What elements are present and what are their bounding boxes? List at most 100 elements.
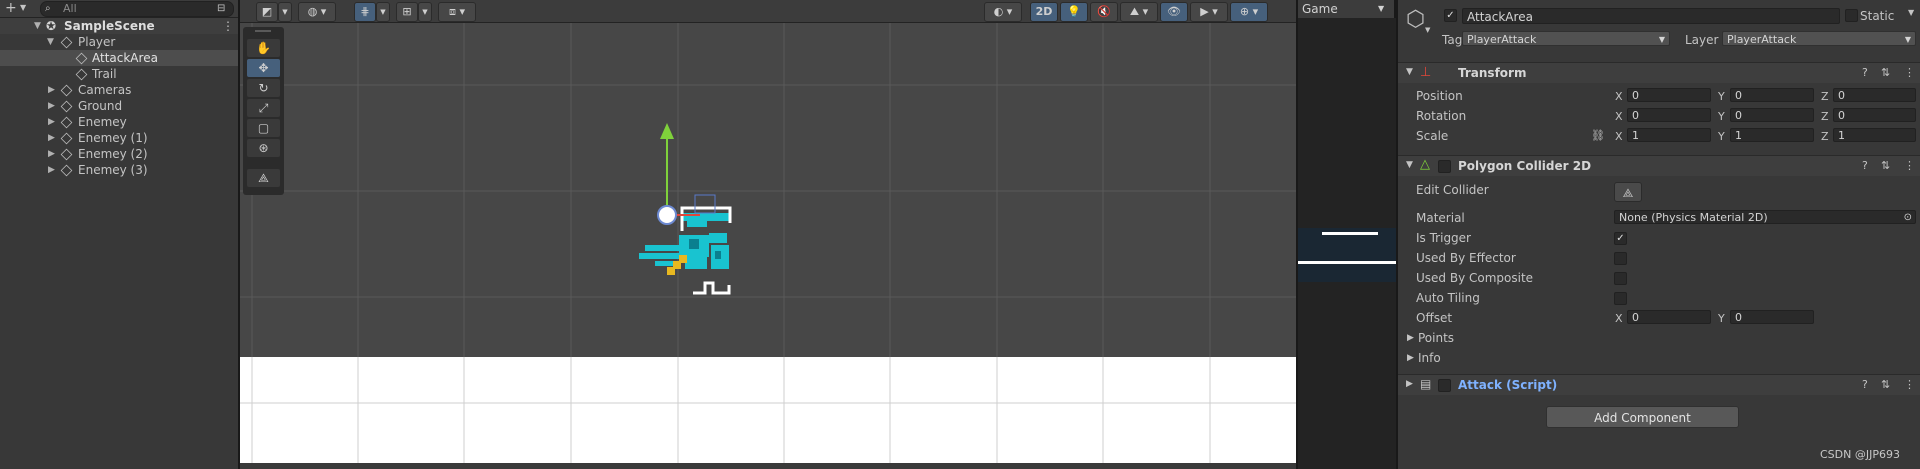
chevron-down-icon[interactable]: ▼ — [1425, 26, 1430, 34]
help-icon[interactable]: ? — [1862, 159, 1868, 172]
global-toggle-button[interactable]: ◍ ▾ — [298, 2, 336, 22]
scene-visibility-icon[interactable]: 👁 — [1160, 2, 1188, 22]
expand-arrow-icon[interactable]: ▶ — [48, 114, 55, 130]
more-options-icon[interactable]: ⋮ — [1904, 159, 1915, 172]
edit-collider-tool-icon[interactable]: ⟁ — [247, 169, 280, 187]
chevron-down-icon[interactable]: ▼ — [278, 2, 292, 22]
grid-visibility-button[interactable]: ⧈ ▾ — [438, 2, 476, 22]
offset-x-field[interactable]: 0 — [1627, 310, 1711, 324]
snap-increment-icon[interactable]: ⊞ — [396, 2, 418, 22]
hierarchy-row-scene[interactable]: ▼ ✪ SampleScene ⋮ — [0, 18, 238, 34]
add-component-button[interactable]: Add Component — [1546, 406, 1739, 428]
chevron-down-icon[interactable]: ▼ — [418, 2, 432, 22]
hierarchy-row-enemey-3[interactable]: ▶ Enemey (3) — [0, 162, 238, 178]
move-gizmo[interactable] — [580, 115, 700, 235]
used-by-effector-checkbox[interactable] — [1614, 252, 1627, 265]
info-foldout[interactable]: Info — [1418, 351, 1441, 365]
effects-button[interactable]: ⛰ ▾ — [1120, 2, 1158, 22]
scale-z-field[interactable]: 1 — [1833, 128, 1916, 142]
hand-tool-icon[interactable]: ✋ — [247, 39, 280, 57]
collapse-arrow-icon[interactable]: ▼ — [1406, 160, 1413, 170]
collapse-arrow-icon[interactable]: ▼ — [34, 18, 41, 34]
collapse-arrow-icon[interactable]: ▼ — [47, 34, 54, 50]
game-tab-dropdown[interactable]: Game ▼ — [1298, 0, 1394, 18]
add-icon[interactable]: + — [5, 0, 17, 16]
rotation-y-field[interactable]: 0 — [1730, 108, 1814, 122]
filter-icon[interactable]: ⊟ — [217, 2, 225, 16]
rotation-x-field[interactable]: 0 — [1627, 108, 1711, 122]
chevron-down-icon[interactable]: ▼ — [20, 3, 26, 12]
auto-tiling-checkbox[interactable] — [1614, 292, 1627, 305]
edit-collider-button[interactable]: ⟁ — [1614, 182, 1642, 202]
chevron-down-icon[interactable]: ▼ — [1908, 8, 1914, 17]
scale-y-field[interactable]: 1 — [1730, 128, 1814, 142]
script-enabled-checkbox[interactable] — [1438, 379, 1451, 392]
attack-script-header[interactable]: ▶ ▤ Attack (Script) ? ⇅ ⋮ — [1398, 374, 1920, 395]
expand-arrow-icon[interactable]: ▶ — [48, 162, 55, 178]
expand-arrow-icon[interactable]: ▶ — [48, 98, 55, 114]
tag-dropdown[interactable]: PlayerAttack ▼ — [1462, 31, 1670, 46]
position-y-field[interactable]: 0 — [1730, 88, 1814, 102]
hierarchy-row-enemey[interactable]: ▶ Enemey — [0, 114, 238, 130]
offset-y-field[interactable]: 0 — [1730, 310, 1814, 324]
expand-arrow-icon[interactable]: ▶ — [48, 82, 55, 98]
scene-view[interactable]: ✋ ✥ ↻ ⤢ ▢ ⊛ ⟁ — [240, 23, 1296, 357]
expand-arrow-icon[interactable]: ▶ — [1407, 333, 1414, 343]
transform-tool-icon[interactable]: ⊛ — [247, 139, 280, 157]
more-options-icon[interactable]: ⋮ — [1904, 66, 1915, 79]
mode-2d-button[interactable]: 2D — [1030, 2, 1058, 22]
transform-header[interactable]: ▼ ⊥ Transform ? ⇅ ⋮ — [1398, 62, 1920, 83]
move-tool-icon[interactable]: ✥ — [247, 59, 280, 77]
hierarchy-row-cameras[interactable]: ▶ Cameras — [0, 82, 238, 98]
expand-arrow-icon[interactable]: ▶ — [48, 146, 55, 162]
shading-mode-button[interactable]: ◐ ▾ — [984, 2, 1022, 22]
scale-tool-icon[interactable]: ⤢ — [247, 99, 280, 117]
rect-tool-icon[interactable]: ▢ — [247, 119, 280, 137]
static-checkbox[interactable] — [1845, 9, 1858, 22]
hierarchy-row-trail[interactable]: Trail — [0, 66, 238, 82]
preset-icon[interactable]: ⇅ — [1881, 159, 1890, 172]
scale-x-field[interactable]: 1 — [1627, 128, 1711, 142]
expand-arrow-icon[interactable]: ▶ — [48, 130, 55, 146]
preset-icon[interactable]: ⇅ — [1881, 378, 1890, 391]
preset-icon[interactable]: ⇅ — [1881, 66, 1890, 79]
hierarchy-row-player[interactable]: ▼ Player — [0, 34, 238, 50]
more-options-icon[interactable]: ⋮ — [1904, 378, 1915, 391]
grid-snap-icon[interactable]: ⋕ — [354, 2, 376, 22]
hierarchy-row-ground[interactable]: ▶ Ground — [0, 98, 238, 114]
expand-arrow-icon[interactable]: ▶ — [1407, 353, 1414, 363]
hierarchy-row-enemey-2[interactable]: ▶ Enemey (2) — [0, 146, 238, 162]
lighting-icon[interactable]: 💡 — [1060, 2, 1088, 22]
is-trigger-checkbox[interactable]: ✓ — [1614, 232, 1627, 245]
rotation-z-field[interactable]: 0 — [1833, 108, 1916, 122]
object-name-field[interactable]: AttackArea — [1462, 8, 1840, 24]
layer-dropdown[interactable]: PlayerAttack ▼ — [1722, 31, 1916, 46]
gizmos-button[interactable]: ⊕ ▾ — [1230, 2, 1268, 22]
active-checkbox[interactable]: ✓ — [1444, 9, 1457, 22]
help-icon[interactable]: ? — [1862, 378, 1868, 391]
game-view[interactable] — [1298, 228, 1396, 282]
search-input[interactable]: ⌕ All ⊟ — [40, 1, 234, 17]
hierarchy-row-attackarea[interactable]: AttackArea — [0, 50, 238, 66]
help-icon[interactable]: ? — [1862, 66, 1868, 79]
rotate-tool-icon[interactable]: ↻ — [247, 79, 280, 97]
constrain-proportions-icon[interactable]: ⛓ — [1591, 129, 1605, 142]
collider-enabled-checkbox[interactable] — [1438, 160, 1451, 173]
draw-mode-icon[interactable]: ◩ — [256, 2, 278, 22]
hierarchy-row-enemey-1[interactable]: ▶ Enemey (1) — [0, 130, 238, 146]
material-field[interactable]: None (Physics Material 2D) ⊙ — [1614, 210, 1916, 224]
palette-handle[interactable] — [255, 30, 271, 32]
audio-mute-icon[interactable]: 🔇 — [1090, 2, 1118, 22]
object-picker-icon[interactable]: ⊙ — [1904, 211, 1912, 225]
position-z-field[interactable]: 0 — [1833, 88, 1916, 102]
chevron-down-icon[interactable]: ▼ — [376, 2, 390, 22]
scene-scrollbar[interactable] — [240, 463, 1296, 469]
points-foldout[interactable]: Points — [1418, 331, 1454, 345]
polygon-collider-header[interactable]: ▼ △ Polygon Collider 2D ? ⇅ ⋮ — [1398, 155, 1920, 176]
camera-button[interactable]: ▶ ▾ — [1190, 2, 1228, 22]
position-x-field[interactable]: 0 — [1627, 88, 1711, 102]
used-by-composite-checkbox[interactable] — [1614, 272, 1627, 285]
collapse-arrow-icon[interactable]: ▼ — [1406, 67, 1413, 77]
expand-arrow-icon[interactable]: ▶ — [1406, 379, 1413, 389]
more-options-icon[interactable]: ⋮ — [222, 18, 234, 34]
